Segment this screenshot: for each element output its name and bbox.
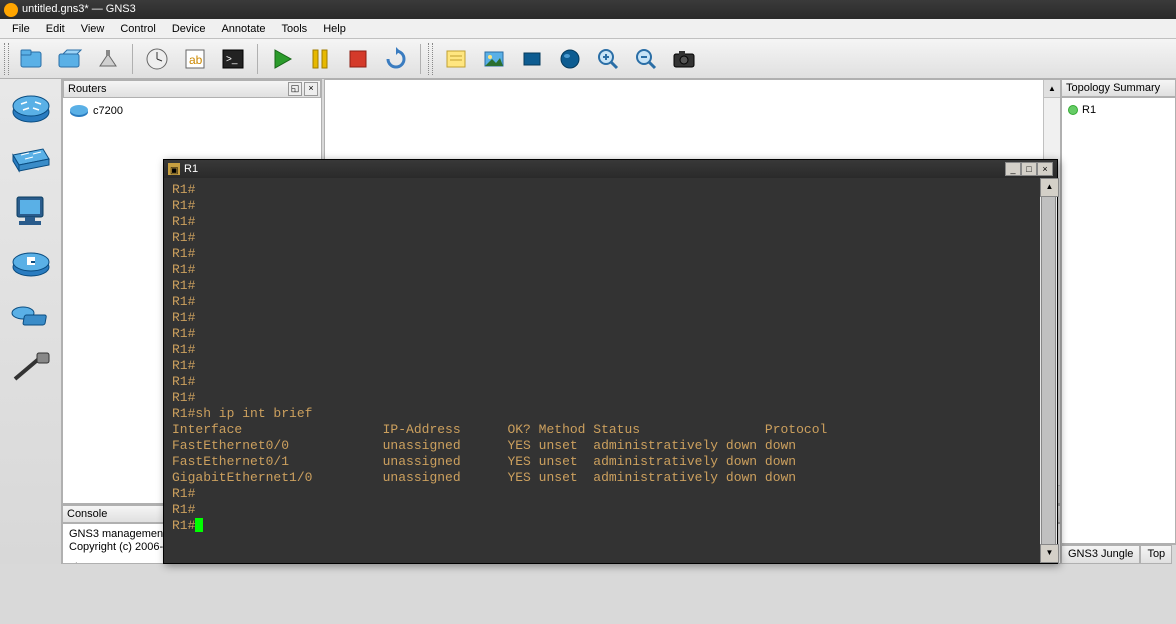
- terminal-titlebar[interactable]: ▣ R1 _ □ ×: [164, 160, 1057, 178]
- status-dot-icon: [1068, 105, 1078, 115]
- ellipse-button[interactable]: [553, 42, 587, 76]
- menu-control[interactable]: Control: [112, 21, 163, 37]
- terminal-maximize-button[interactable]: □: [1021, 162, 1037, 176]
- router-device-button[interactable]: [7, 87, 55, 129]
- app-title: untitled.gns3* — GNS3: [22, 0, 136, 19]
- pause-button[interactable]: [303, 42, 337, 76]
- svg-text:ab: ab: [189, 53, 203, 67]
- stop-button[interactable]: [341, 42, 375, 76]
- image-button[interactable]: [477, 42, 511, 76]
- toolbar-handle-2[interactable]: [428, 43, 433, 75]
- toolbar: ab >_: [0, 39, 1176, 79]
- toolbar-handle[interactable]: [4, 43, 9, 75]
- topology-item[interactable]: R1: [1066, 102, 1171, 118]
- routers-panel-title: Routers: [68, 83, 107, 95]
- app-icon: [4, 3, 18, 17]
- console-panel-title: Console: [67, 508, 107, 520]
- terminal-close-button[interactable]: ×: [1037, 162, 1053, 176]
- topology-panel-title: Topology Summary: [1066, 82, 1160, 94]
- switch-device-button[interactable]: [7, 139, 55, 181]
- terminal-output[interactable]: R1# R1# R1# R1# R1# R1# R1# R1# R1# R1# …: [164, 178, 1040, 563]
- security-device-button[interactable]: [7, 243, 55, 285]
- router-icon: [69, 104, 89, 118]
- routers-panel-header: Routers ◱ ×: [63, 80, 321, 98]
- topology-panel-header: Topology Summary: [1061, 79, 1176, 97]
- tab-gns3-jungle[interactable]: GNS3 Jungle: [1061, 545, 1140, 564]
- menu-edit[interactable]: Edit: [38, 21, 73, 37]
- menu-view[interactable]: View: [73, 21, 113, 37]
- open-project-button[interactable]: [53, 42, 87, 76]
- svg-text:▣: ▣: [170, 165, 179, 175]
- tab-top[interactable]: Top: [1140, 545, 1172, 564]
- terminal-icon: ▣: [168, 163, 180, 175]
- console-button[interactable]: >_: [216, 42, 250, 76]
- link-button[interactable]: [7, 347, 55, 389]
- terminal-scrollbar[interactable]: [1040, 178, 1057, 563]
- svg-text:>_: >_: [226, 54, 238, 65]
- routers-panel-close-icon[interactable]: ×: [304, 82, 318, 96]
- terminal-title: R1: [184, 163, 198, 175]
- router-item-label: c7200: [93, 105, 123, 117]
- menu-help[interactable]: Help: [315, 21, 354, 37]
- all-devices-button[interactable]: [7, 295, 55, 337]
- menubar: File Edit View Control Device Annotate T…: [0, 19, 1176, 39]
- save-project-button[interactable]: [91, 42, 125, 76]
- app-titlebar: untitled.gns3* — GNS3: [0, 0, 1176, 19]
- router-list-item[interactable]: c7200: [67, 102, 317, 120]
- start-button[interactable]: [265, 42, 299, 76]
- reload-button[interactable]: [379, 42, 413, 76]
- device-toolbar: [0, 79, 62, 564]
- note-button[interactable]: [439, 42, 473, 76]
- topology-summary-panel: Topology Summary R1 GNS3 Jungle Top: [1061, 79, 1176, 564]
- menu-device[interactable]: Device: [164, 21, 214, 37]
- menu-file[interactable]: File: [4, 21, 38, 37]
- host-device-button[interactable]: [7, 191, 55, 233]
- zoom-out-button[interactable]: [629, 42, 663, 76]
- terminal-window: ▣ R1 _ □ × R1# R1# R1# R1# R1# R1# R1# R…: [163, 159, 1058, 564]
- zoom-in-button[interactable]: [591, 42, 625, 76]
- topology-item-label: R1: [1082, 104, 1096, 116]
- show-labels-button[interactable]: ab: [178, 42, 212, 76]
- snapshot-button[interactable]: [140, 42, 174, 76]
- routers-panel-undock-icon[interactable]: ◱: [288, 82, 302, 96]
- terminal-minimize-button[interactable]: _: [1005, 162, 1021, 176]
- menu-annotate[interactable]: Annotate: [213, 21, 273, 37]
- screenshot-button[interactable]: [667, 42, 701, 76]
- menu-tools[interactable]: Tools: [274, 21, 316, 37]
- rectangle-button[interactable]: [515, 42, 549, 76]
- new-project-button[interactable]: [15, 42, 49, 76]
